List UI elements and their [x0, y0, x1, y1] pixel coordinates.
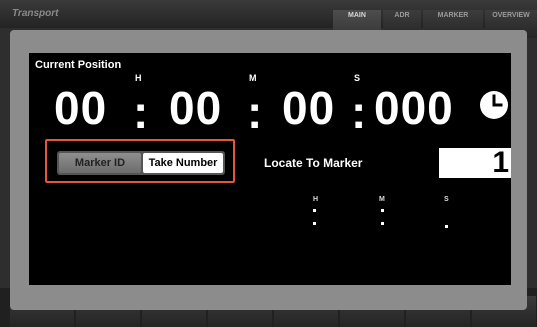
clock-icon[interactable]: [479, 90, 509, 120]
seconds-unit: S: [354, 73, 361, 83]
locate-hours-unit: H: [313, 196, 319, 203]
locate-to-marker-label: Locate To Marker: [264, 156, 363, 170]
take-number-button[interactable]: Take Number: [143, 153, 223, 173]
marker-mode-toggle: Marker ID Take Number: [57, 151, 225, 175]
time-separator: :: [133, 86, 149, 138]
app-title: Transport: [12, 8, 59, 19]
hours-value: 00: [54, 82, 108, 134]
locate-separator-dot: [381, 209, 384, 212]
locate-marker-field[interactable]: 1: [439, 148, 511, 178]
position-panel: Current Position 00 H : 00 M : 00 S : 00…: [29, 53, 511, 285]
locate-seconds-unit: S: [444, 196, 449, 203]
locate-separator-dot: [313, 209, 316, 212]
marker-mode-toggle-highlight: Marker ID Take Number: [45, 139, 235, 183]
time-separator: :: [247, 86, 263, 138]
locate-separator-dot: [381, 222, 384, 225]
locate-separator-dot: [445, 225, 448, 228]
current-position-label: Current Position: [35, 59, 122, 71]
minutes-value: 00: [169, 82, 223, 134]
time-separator: :: [351, 86, 367, 138]
marker-id-button[interactable]: Marker ID: [59, 153, 141, 173]
hours-unit: H: [135, 73, 142, 83]
locate-minutes-unit: M: [379, 196, 385, 203]
milliseconds-value: 000: [374, 82, 454, 134]
minutes-unit: M: [249, 73, 257, 83]
seconds-value: 00: [282, 82, 336, 134]
locate-separator-dot: [313, 222, 316, 225]
